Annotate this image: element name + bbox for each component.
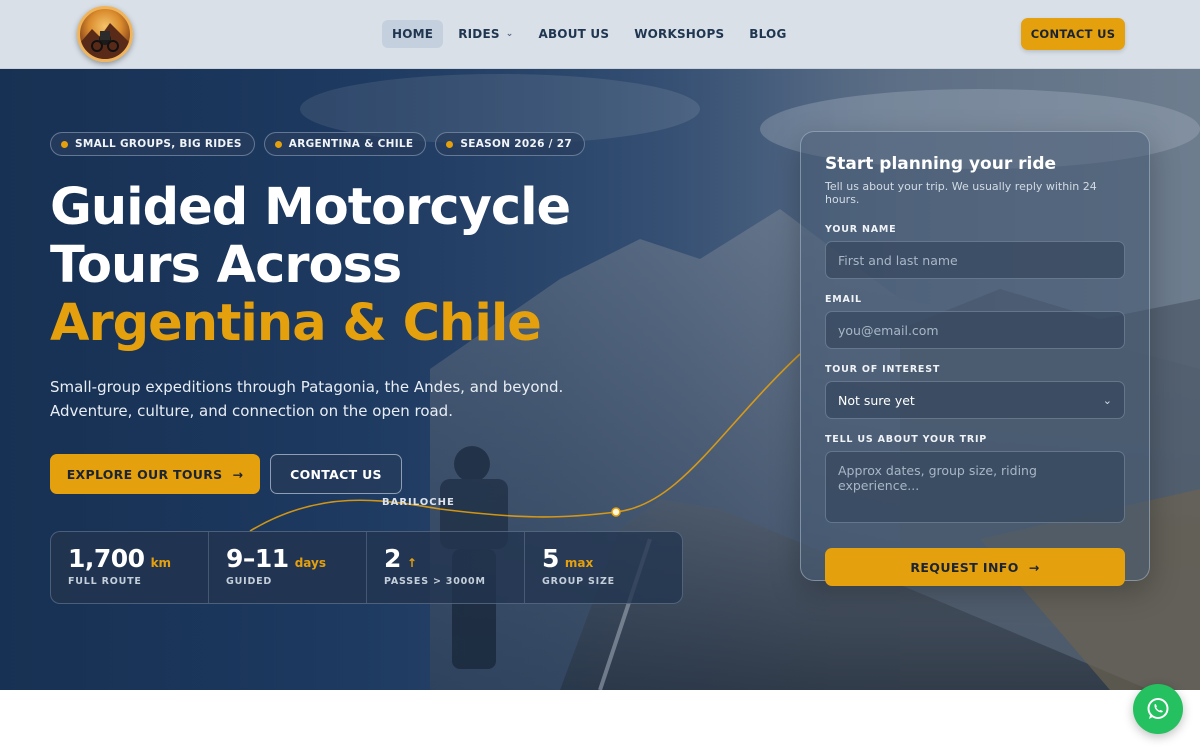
hero-subtitle: Small-group expeditions through Patagoni… (50, 375, 570, 423)
top-navbar: HOME RIDES ⌄ ABOUT US WORKSHOPS BLOG CONT… (0, 0, 1200, 69)
request-info-button[interactable]: REQUEST INFO → (825, 548, 1125, 586)
stat-full-route: 1,700 km FULL ROUTE (51, 532, 209, 603)
chip-season: SEASON 2026 / 27 (435, 132, 585, 156)
arrow-right-icon: → (232, 466, 244, 482)
subtitle-line-1: Small-group expeditions through Patagoni… (50, 378, 564, 396)
chip-argentina-chile: ARGENTINA & CHILE (263, 132, 427, 156)
motorcycle-logo[interactable] (77, 6, 133, 62)
nav-link-blog-label: BLOG (749, 27, 787, 41)
stat-passes: 2 ↑ PASSES > 3000M (367, 532, 525, 603)
chevron-down-icon: ⌄ (505, 29, 514, 39)
whatsapp-button[interactable] (1133, 684, 1183, 734)
chip-label: SEASON 2026 / 27 (460, 138, 572, 150)
trip-label: TELL US ABOUT YOUR TRIP (825, 434, 988, 445)
headline-line-1: Guided Motorcycle (50, 178, 571, 237)
explore-tours-button[interactable]: EXPLORE OUR TOURS → (50, 454, 260, 494)
name-label: YOUR NAME (825, 224, 897, 235)
subtitle-line-2: Adventure, culture, and connection on th… (50, 402, 453, 420)
stat-unit: km (150, 556, 172, 570)
chip-label: SMALL GROUPS, BIG RIDES (75, 138, 242, 150)
hero-headline: Guided Motorcycle Tours Across Argentina… (50, 178, 571, 353)
tour-select[interactable]: Not sure yet ⌄ (825, 381, 1125, 419)
stat-guided: 9–11 days GUIDED (209, 532, 367, 603)
arrow-up-icon: ↑ (406, 556, 417, 570)
stat-label: PASSES > 3000M (384, 576, 486, 587)
chip-small-groups: SMALL GROUPS, BIG RIDES (50, 132, 255, 156)
stat-unit: days (294, 556, 326, 570)
hero-section: SMALL GROUPS, BIG RIDES ARGENTINA & CHIL… (0, 69, 1200, 690)
explore-tours-label: EXPLORE OUR TOURS (66, 466, 223, 482)
nav-link-rides[interactable]: RIDES ⌄ (448, 20, 523, 48)
nav-link-workshops-label: WORKSHOPS (634, 27, 725, 41)
chip-label: ARGENTINA & CHILE (288, 138, 414, 150)
route-waypoint (611, 507, 621, 517)
dot-icon (61, 140, 68, 148)
email-placeholder: you@email.com (838, 322, 939, 338)
hero-chips: SMALL GROUPS, BIG RIDES ARGENTINA & CHIL… (50, 132, 585, 156)
logo-illustration (80, 23, 130, 59)
nav-link-blog[interactable]: BLOG (739, 20, 796, 48)
nav-link-about-us[interactable]: ABOUT US (528, 20, 619, 48)
request-info-label: REQUEST INFO (910, 559, 1019, 575)
trip-placeholder: Approx dates, group size, riding experie… (838, 463, 1037, 493)
route-label-bariloche: BARILOCHE (382, 497, 455, 508)
stat-group-size: 5 max GROUP SIZE (525, 532, 682, 603)
nav-link-home[interactable]: HOME (382, 20, 444, 48)
whatsapp-icon (1147, 698, 1169, 719)
tour-label: TOUR OF INTEREST (825, 364, 941, 375)
nav-contact-button[interactable]: CONTACT US (1021, 18, 1125, 50)
hero-contact-button[interactable]: CONTACT US (270, 454, 402, 494)
trip-textarea[interactable]: Approx dates, group size, riding experie… (825, 451, 1125, 523)
stat-label: GROUP SIZE (542, 576, 615, 587)
nav-link-about-label: ABOUT US (538, 27, 610, 41)
stat-unit: max (564, 556, 594, 570)
stat-value: 1,700 (68, 544, 145, 573)
email-label: EMAIL (825, 294, 862, 305)
stats-bar: 1,700 km FULL ROUTE 9–11 days GUIDED 2 ↑ PA… (50, 531, 683, 604)
nav-link-home-label: HOME (392, 27, 434, 41)
arrow-right-icon: → (1028, 559, 1040, 575)
email-input[interactable]: you@email.com (825, 311, 1125, 349)
headline-accent: Argentina & Chile (50, 294, 542, 353)
form-title: Start planning your ride (825, 154, 1057, 174)
dot-icon (446, 140, 454, 148)
tour-selected-value: Not sure yet (838, 392, 915, 408)
headline-line-2: Tours Across (50, 236, 402, 295)
ride-planning-form: Start planning your ride Tell us about y… (800, 131, 1150, 586)
name-input[interactable]: First and last name (825, 241, 1125, 279)
stat-label: GUIDED (226, 576, 273, 587)
form-subtitle: Tell us about your trip. We usually repl… (825, 180, 1097, 206)
stat-value: 2 (384, 544, 401, 573)
stat-value: 9–11 (226, 544, 289, 573)
dot-icon (274, 140, 282, 148)
nav-link-workshops[interactable]: WORKSHOPS (624, 20, 734, 48)
chevron-down-icon: ⌄ (1102, 393, 1112, 407)
stat-value: 5 (542, 544, 559, 573)
name-placeholder: First and last name (838, 252, 958, 268)
nav-link-rides-label: RIDES (458, 27, 500, 41)
stat-label: FULL ROUTE (68, 576, 142, 587)
nav-links: HOME RIDES ⌄ ABOUT US WORKSHOPS BLOG (382, 20, 802, 48)
